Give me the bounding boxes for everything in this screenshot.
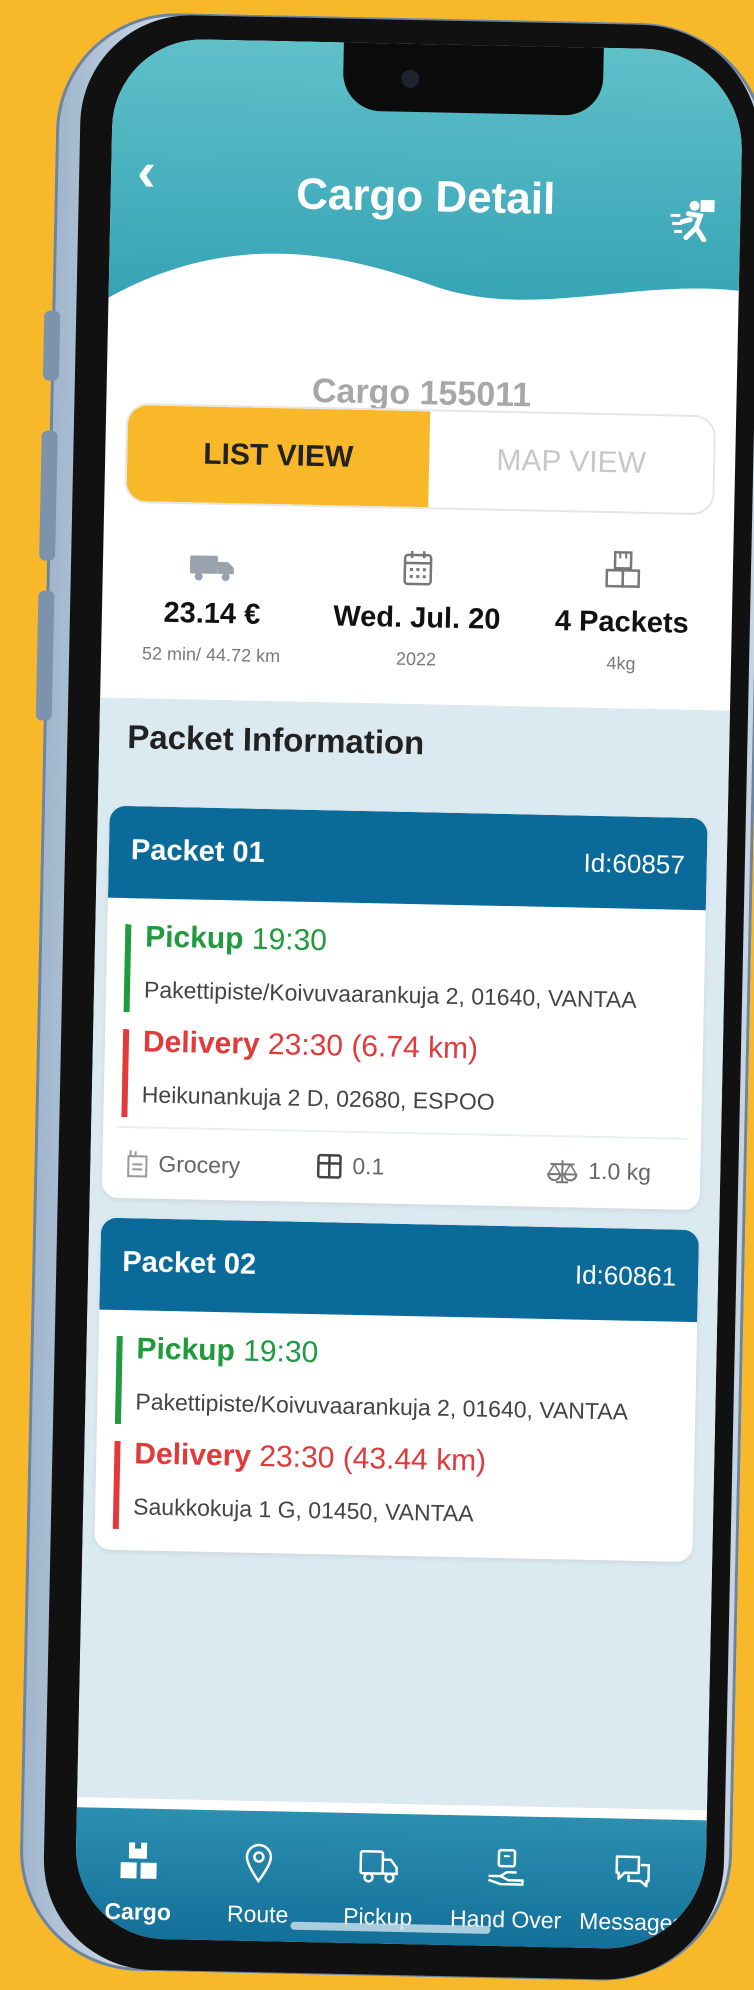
box-icon — [316, 1153, 342, 1179]
delivery-bar — [121, 1029, 130, 1118]
map-view-tab[interactable]: MAP VIEW — [428, 411, 714, 513]
delivery-address: Heikunankuja 2 D, 02680, ESPOO — [141, 1081, 495, 1115]
volume-value: 0.1 — [352, 1152, 385, 1180]
grocery-bag-icon — [127, 1150, 148, 1178]
tab-label: Messages — [578, 1907, 685, 1936]
view-toggle: LIST VIEW MAP VIEW — [124, 402, 717, 516]
header-wave — [107, 253, 739, 361]
delivery-bar — [112, 1440, 121, 1530]
front-camera — [400, 69, 420, 89]
packet-name: Packet 02 — [121, 1246, 257, 1281]
delivery-label: Delivery — [133, 1437, 252, 1473]
pickup-address: Pakettipiste/Koivuvaarankuja 2, 01640, V… — [143, 976, 637, 1013]
delivery-time: 23:30 (6.74 km) — [267, 1028, 479, 1066]
delivery-stop: Delivery 23:30 (6.74 km) Heikunankuja 2 … — [104, 1025, 704, 1121]
packets-count: 4 Packets — [554, 604, 690, 640]
truck-icon — [189, 555, 234, 582]
delivery-time: 23:30 (43.44 km) — [259, 1439, 487, 1478]
year-value: 2022 — [395, 648, 437, 670]
tab-hand-over[interactable]: Hand Over — [442, 1843, 570, 1935]
packet-meta: Grocery 0.1 1.0 kg — [115, 1125, 688, 1210]
delivery-label: Delivery — [142, 1025, 261, 1061]
boxes-icon — [605, 550, 641, 588]
date-value: Wed. Jul. 20 — [333, 600, 501, 636]
hand-over-icon — [488, 1848, 524, 1886]
pickup-label: Pickup — [144, 920, 244, 956]
calendar-icon — [403, 550, 433, 586]
location-pin-icon — [245, 1843, 273, 1884]
tab-pickup[interactable]: Pickup — [314, 1840, 442, 1932]
pickup-bar — [123, 924, 132, 1013]
pickup-time: 19:30 — [242, 1334, 319, 1370]
duration-distance: 52 min/ 44.72 km — [141, 643, 281, 667]
mute-switch — [42, 310, 61, 381]
summary-packets: 4 Packets 4kg — [521, 526, 724, 676]
pickup-label: Pickup — [136, 1332, 236, 1368]
tab-label: Cargo — [104, 1897, 172, 1926]
truck-icon — [359, 1849, 398, 1884]
category-label: Grocery — [158, 1150, 241, 1178]
cargo-summary: 23.14 € 52 min/ 44.72 km Wed. Jul. 20 20… — [101, 518, 734, 681]
weight: 1.0 kg — [546, 1157, 651, 1186]
category: Grocery — [126, 1148, 240, 1180]
price-value: 23.14 € — [163, 596, 261, 631]
packet-card-header: Packet 01 Id:60857 — [107, 805, 708, 911]
tab-messages[interactable]: Messages — [568, 1846, 696, 1938]
scale-icon — [547, 1159, 578, 1183]
packet-id: Id:60861 — [574, 1259, 677, 1292]
tab-route[interactable]: Route — [194, 1838, 322, 1930]
pickup-time: 19:30 — [251, 922, 328, 958]
pickup-bar — [114, 1335, 123, 1425]
summary-price: 23.14 € 52 min/ 44.72 km — [111, 518, 314, 668]
delivery-runner-icon[interactable] — [670, 197, 719, 243]
packet-name: Packet 01 — [130, 834, 266, 869]
page-title: Cargo Detail — [295, 169, 556, 224]
section-title: Packet Information — [126, 718, 425, 762]
phone-screen: ‹ Cargo Detail Cargo 155011 LIST VIEW MA… — [74, 37, 744, 1951]
notch — [342, 40, 604, 116]
weight-value: 1.0 kg — [588, 1157, 652, 1186]
total-weight: 4kg — [606, 653, 636, 674]
volume-up-button — [39, 430, 58, 561]
volume-down-button — [35, 590, 55, 721]
packet-list: Packet Information Packet 01 Id:60857 Pi… — [77, 697, 731, 1811]
packet-card[interactable]: Packet 02 Id:60861 Pickup 19:30 Pakettip… — [94, 1217, 700, 1563]
pickup-stop: Pickup 19:30 Pakettipiste/Koivuvaarankuj… — [97, 1332, 697, 1428]
delivery-address: Saukkokuja 1 G, 01450, VANTAA — [132, 1493, 474, 1527]
tab-cargo[interactable]: Cargo — [74, 1835, 202, 1927]
packet-id: Id:60857 — [583, 847, 686, 880]
pickup-stop: Pickup 19:30 Pakettipiste/Koivuvaarankuj… — [106, 920, 706, 1016]
volume: 0.1 — [316, 1152, 385, 1180]
packet-card[interactable]: Packet 01 Id:60857 Pickup 19:30 Pakettip… — [101, 805, 708, 1211]
list-view-tab[interactable]: LIST VIEW — [126, 404, 431, 508]
summary-date: Wed. Jul. 20 2022 — [316, 522, 519, 672]
pickup-address: Pakettipiste/Koivuvaarankuja 2, 01640, V… — [135, 1388, 629, 1425]
chat-bubbles-icon — [615, 1855, 651, 1888]
cargo-boxes-icon — [120, 1842, 157, 1879]
delivery-stop: Delivery 23:30 (43.44 km) Saukkokuja 1 G… — [95, 1437, 695, 1533]
packet-card-header: Packet 02 Id:60861 — [99, 1217, 700, 1323]
